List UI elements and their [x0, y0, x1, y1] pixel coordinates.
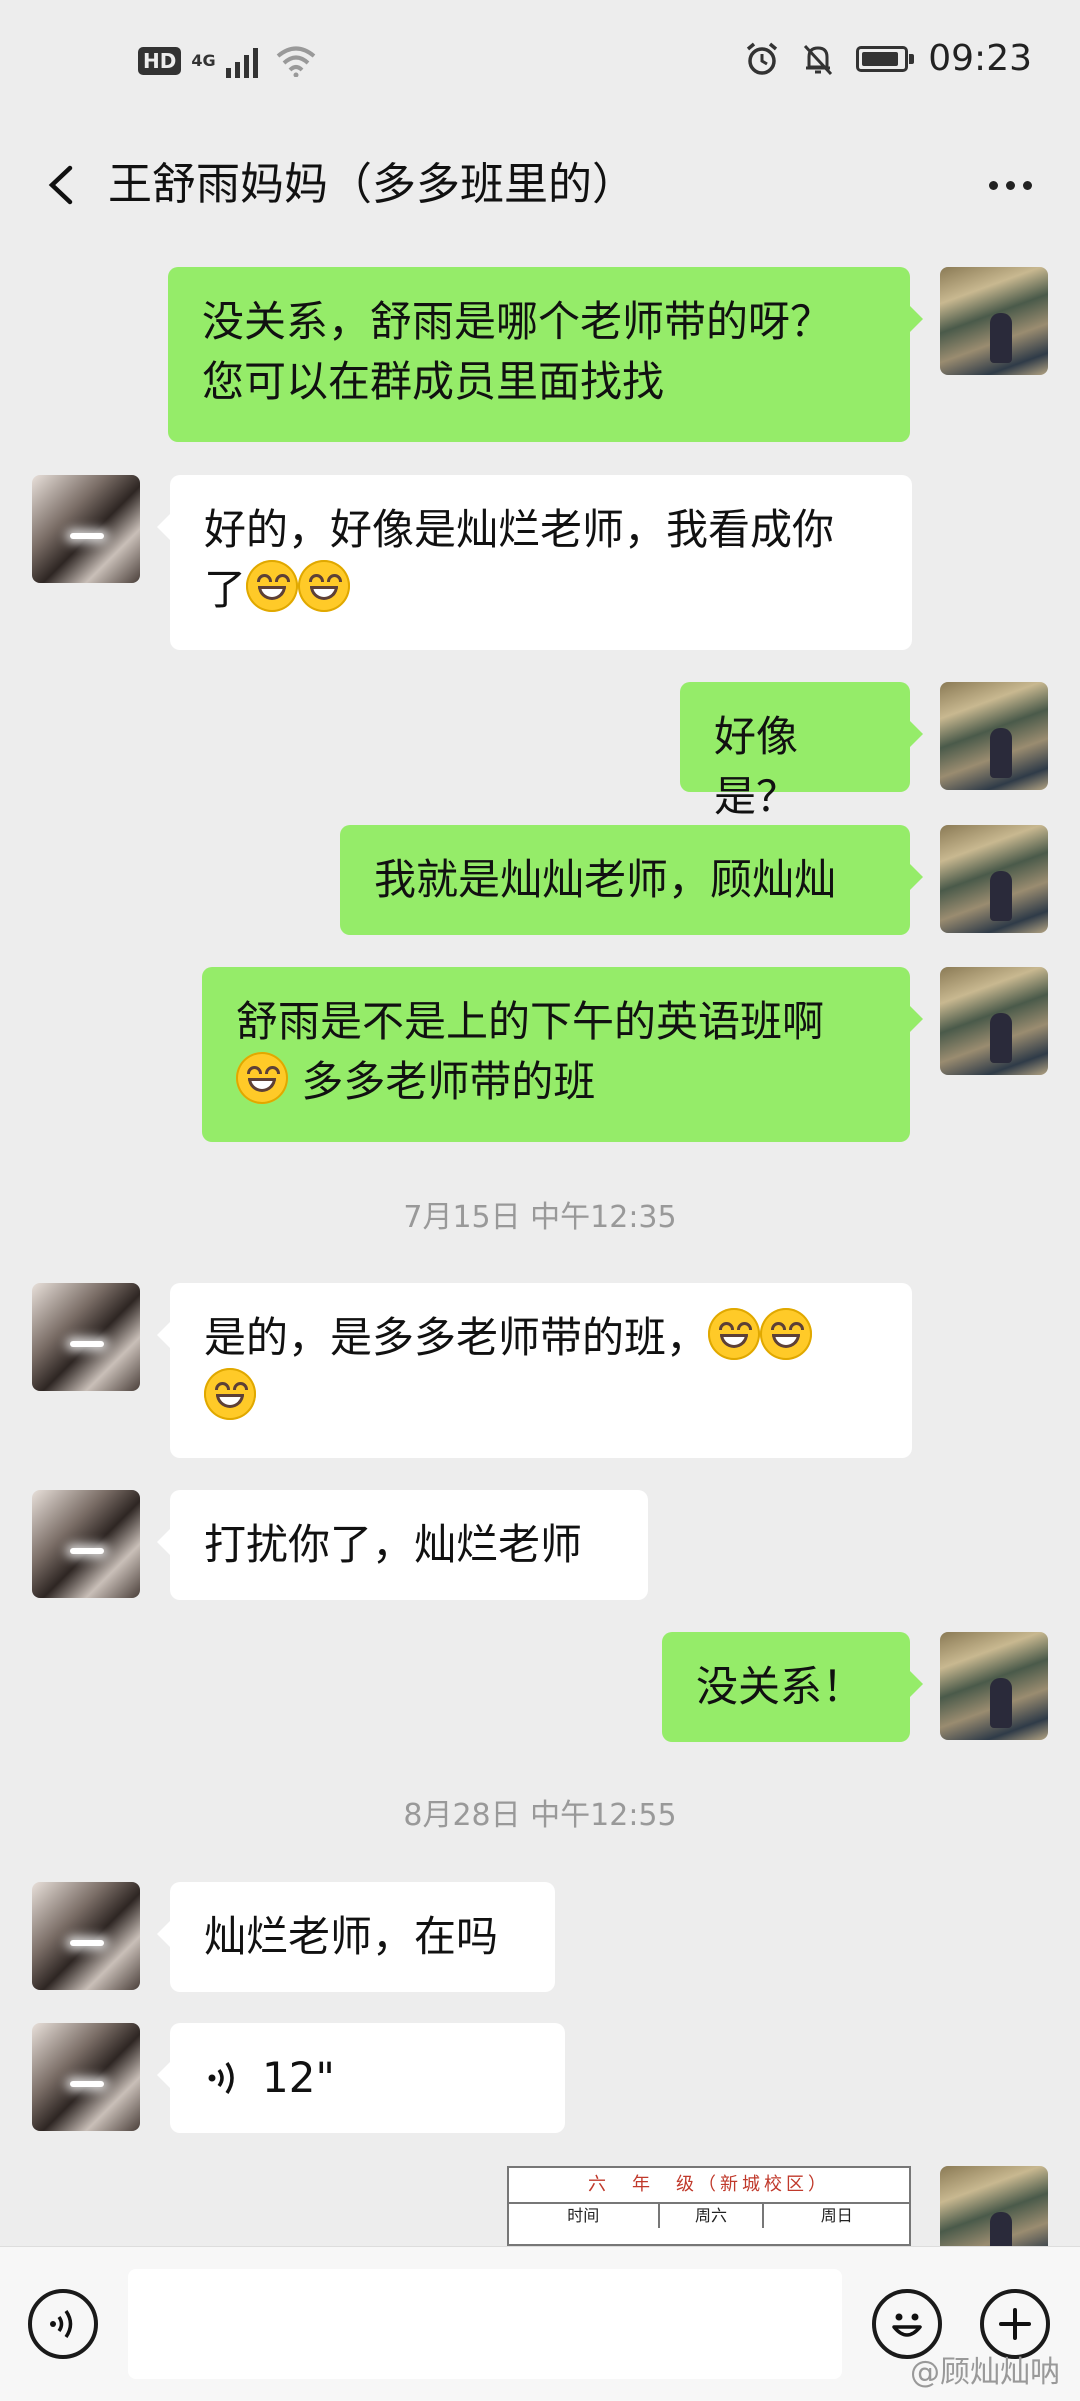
status-bar: HD 4G 09:23 — [0, 0, 1080, 130]
wifi-icon — [276, 46, 315, 77]
more-icon-dot — [1022, 180, 1032, 190]
hd-icon: HD — [138, 47, 182, 75]
alarm-icon — [747, 42, 778, 75]
message-bubble[interactable]: 舒雨是不是上的下午的英语班啊 多多老师带的班 — [202, 967, 923, 1142]
chat-header: 王舒雨妈妈（多多班里的） — [0, 130, 1080, 240]
doc-title: 六 年 级（新城校区） — [588, 2174, 830, 2195]
voice-wave-icon — [208, 2062, 234, 2094]
grin-emoji-icon — [298, 560, 351, 612]
message-text: 是的，是多多老师带的班， — [204, 1313, 709, 1362]
message-bubble[interactable]: 没关系！ — [662, 1632, 923, 1742]
emoji-icon — [892, 2313, 922, 2337]
status-right: 09:23 — [744, 38, 1032, 79]
contact-avatar[interactable] — [32, 1882, 140, 1990]
doc-table-header: 时间 周六 周日 — [509, 2202, 909, 2228]
back-arrow-icon — [48, 165, 73, 205]
grin-emoji-icon — [246, 560, 299, 612]
timestamp: 7月15日 中午12:35 — [403, 1200, 677, 1235]
doc-col: 时间 — [509, 2204, 660, 2228]
voice-message[interactable]: 12" — [157, 2023, 565, 2133]
more-icon — [988, 180, 998, 190]
grin-emoji-icon — [204, 1368, 256, 1420]
input-bar: @顾灿灿呐 — [0, 2246, 1080, 2401]
message-text: 好的，好像是灿烂老师，我看成你 了 — [204, 505, 835, 614]
contact-avatar[interactable] — [32, 475, 140, 583]
message-bubble[interactable]: 打扰你了，灿烂老师 — [157, 1490, 648, 1600]
doc-col: 周六 — [660, 2204, 765, 2228]
clock: 09:23 — [928, 38, 1032, 79]
message-bubble[interactable]: 没关系，舒雨是哪个老师带的呀？ 您可以在群成员里面找找 — [168, 267, 923, 442]
my-avatar[interactable] — [940, 2166, 1048, 2246]
more-button[interactable] — [970, 150, 1050, 220]
message-bubble[interactable]: 是的，是多多老师带的班， — [157, 1283, 912, 1458]
message-input[interactable] — [128, 2269, 842, 2379]
watermark: @顾灿灿呐 — [910, 2355, 1060, 2390]
contact-avatar[interactable] — [32, 1283, 140, 1391]
my-avatar[interactable] — [940, 267, 1048, 375]
mute-icon — [804, 44, 833, 75]
doc-col: 周日 — [820, 2206, 853, 2225]
voice-toggle-icon — [50, 2310, 73, 2338]
message-bubble[interactable]: 好像是？ — [680, 682, 923, 821]
grin-emoji-icon — [236, 1052, 288, 1104]
plus-icon — [999, 2308, 1031, 2340]
more-icon-dot — [1005, 180, 1015, 190]
message-bubble[interactable]: 好的，好像是灿烂老师，我看成你 了 — [157, 475, 912, 650]
grin-emoji-icon — [708, 1308, 761, 1360]
message-list[interactable]: 没关系，舒雨是哪个老师带的呀？ 您可以在群成员里面找找 好的，好像是灿烂老师，我… — [0, 240, 1080, 2246]
message-text: 舒雨是不是上的下午的英语班啊 — [236, 997, 825, 1046]
message-text: 多多老师带的班 — [288, 1057, 596, 1106]
my-avatar[interactable] — [940, 967, 1048, 1075]
contact-avatar[interactable] — [32, 1490, 140, 1598]
contact-avatar[interactable] — [32, 2023, 140, 2131]
back-button[interactable] — [30, 150, 100, 220]
grin-emoji-icon — [760, 1308, 813, 1360]
chat-title: 王舒雨妈妈（多多班里的） — [108, 159, 636, 210]
my-avatar[interactable] — [940, 1632, 1048, 1740]
message-bubble[interactable]: 我就是灿灿老师，顾灿灿 — [340, 825, 923, 935]
timestamp: 8月28日 中午12:55 — [403, 1798, 677, 1833]
my-avatar[interactable] — [940, 682, 1048, 790]
status-left: HD 4G — [138, 44, 316, 78]
image-message[interactable]: 六 年 级（新城校区） 时间 周六 周日 — [507, 2166, 911, 2246]
network-type: 4G — [191, 51, 216, 70]
message-bubble[interactable]: 灿烂老师，在吗 — [157, 1882, 555, 1992]
voice-toggle-button[interactable] — [28, 2289, 98, 2359]
battery-icon — [856, 45, 915, 72]
voice-duration: 12" — [262, 2053, 335, 2102]
my-avatar[interactable] — [940, 825, 1048, 933]
signal-icon — [225, 48, 258, 78]
